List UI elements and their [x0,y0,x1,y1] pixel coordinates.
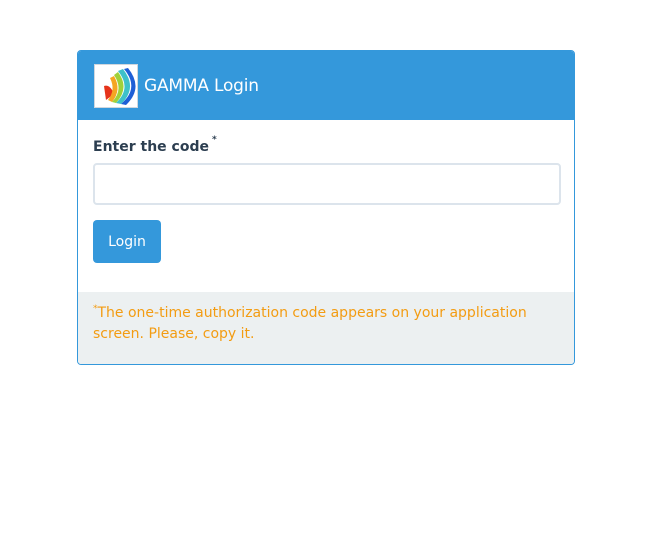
card-body: Enter the code * Login [78,120,574,292]
login-button[interactable]: Login [93,220,161,263]
login-title: GAMMA Login [144,75,259,96]
gamma-logo-icon [94,63,138,108]
code-label: Enter the code * [93,135,217,155]
card-header: GAMMA Login [78,51,574,120]
required-mark: * [211,135,217,145]
code-label-text: Enter the code [93,139,209,155]
note-mark: * [93,304,98,314]
note-text: The one-time authorization code appears … [93,305,527,342]
card-footer-note: *The one-time authorization code appears… [78,292,574,364]
login-card: GAMMA Login Enter the code * Login *The o… [77,50,575,365]
code-input[interactable] [93,163,561,205]
